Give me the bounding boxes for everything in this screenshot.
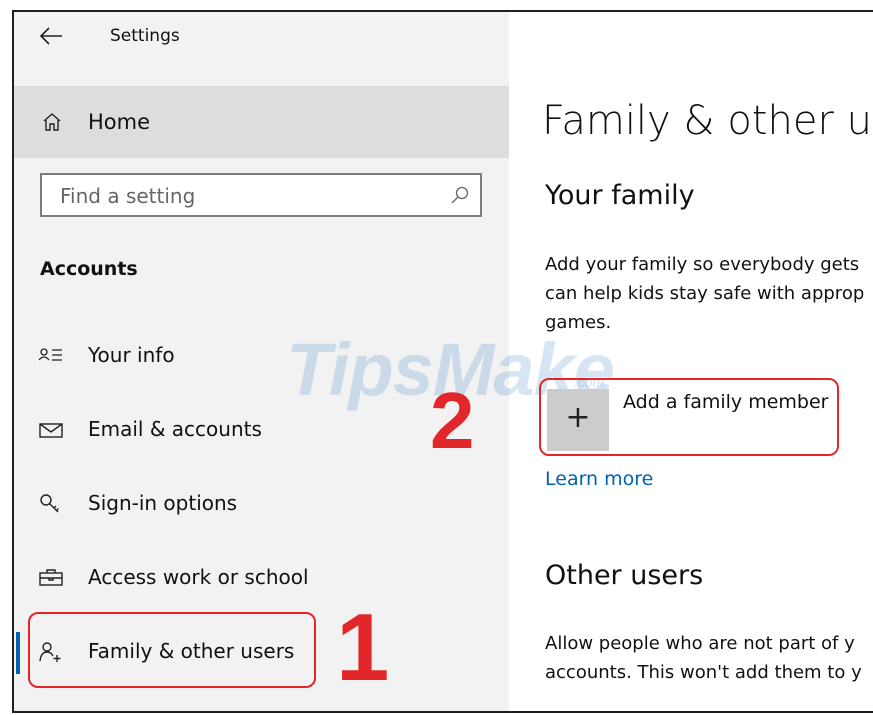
your-family-description: Add your family so everybody gets can he…: [545, 250, 864, 337]
annotation-number-step1: 1: [336, 594, 390, 701]
sidebar: Settings Home Accounts Your info E: [14, 12, 509, 711]
person-lines-icon: [38, 344, 64, 368]
window-title: Settings: [110, 26, 180, 46]
learn-more-link[interactable]: Learn more: [545, 468, 653, 490]
annotation-highlight-step1: [28, 612, 316, 688]
back-arrow-icon[interactable]: [38, 24, 64, 48]
search-box[interactable]: [40, 173, 482, 217]
title-bar: Settings: [14, 12, 509, 62]
annotation-highlight-step2: [539, 378, 839, 456]
page-title: Family & other use: [542, 98, 873, 144]
search-input[interactable]: [58, 182, 422, 210]
sidebar-item-home[interactable]: Home: [14, 86, 509, 158]
description-line: Allow people who are not part of y: [545, 633, 855, 654]
home-icon: [42, 112, 62, 132]
other-users-description: Allow people who are not part of y accou…: [545, 629, 862, 687]
description-line: games.: [545, 312, 612, 333]
sidebar-item-label: Email & accounts: [88, 417, 262, 441]
envelope-icon: [38, 418, 64, 442]
home-label: Home: [88, 110, 151, 134]
key-icon: [38, 492, 64, 516]
sidebar-item-access-work-school[interactable]: Access work or school: [14, 546, 509, 610]
your-family-heading: Your family: [545, 180, 695, 211]
description-line: can help kids stay safe with approp: [545, 283, 865, 304]
sidebar-item-label: Your info: [88, 343, 175, 367]
section-heading-accounts: Accounts: [40, 258, 138, 280]
settings-window: Settings Home Accounts Your info E: [12, 10, 873, 713]
sidebar-item-label: Sign-in options: [88, 491, 238, 515]
sidebar-item-label: Access work or school: [88, 565, 309, 589]
annotation-number-step2: 2: [430, 376, 475, 465]
search-icon[interactable]: [450, 185, 470, 205]
sidebar-item-sign-in-options[interactable]: Sign-in options: [14, 472, 509, 536]
description-line: accounts. This won't add them to y: [545, 662, 862, 683]
description-line: Add your family so everybody gets: [545, 254, 860, 275]
briefcase-icon: [38, 566, 64, 590]
other-users-heading: Other users: [545, 560, 704, 591]
